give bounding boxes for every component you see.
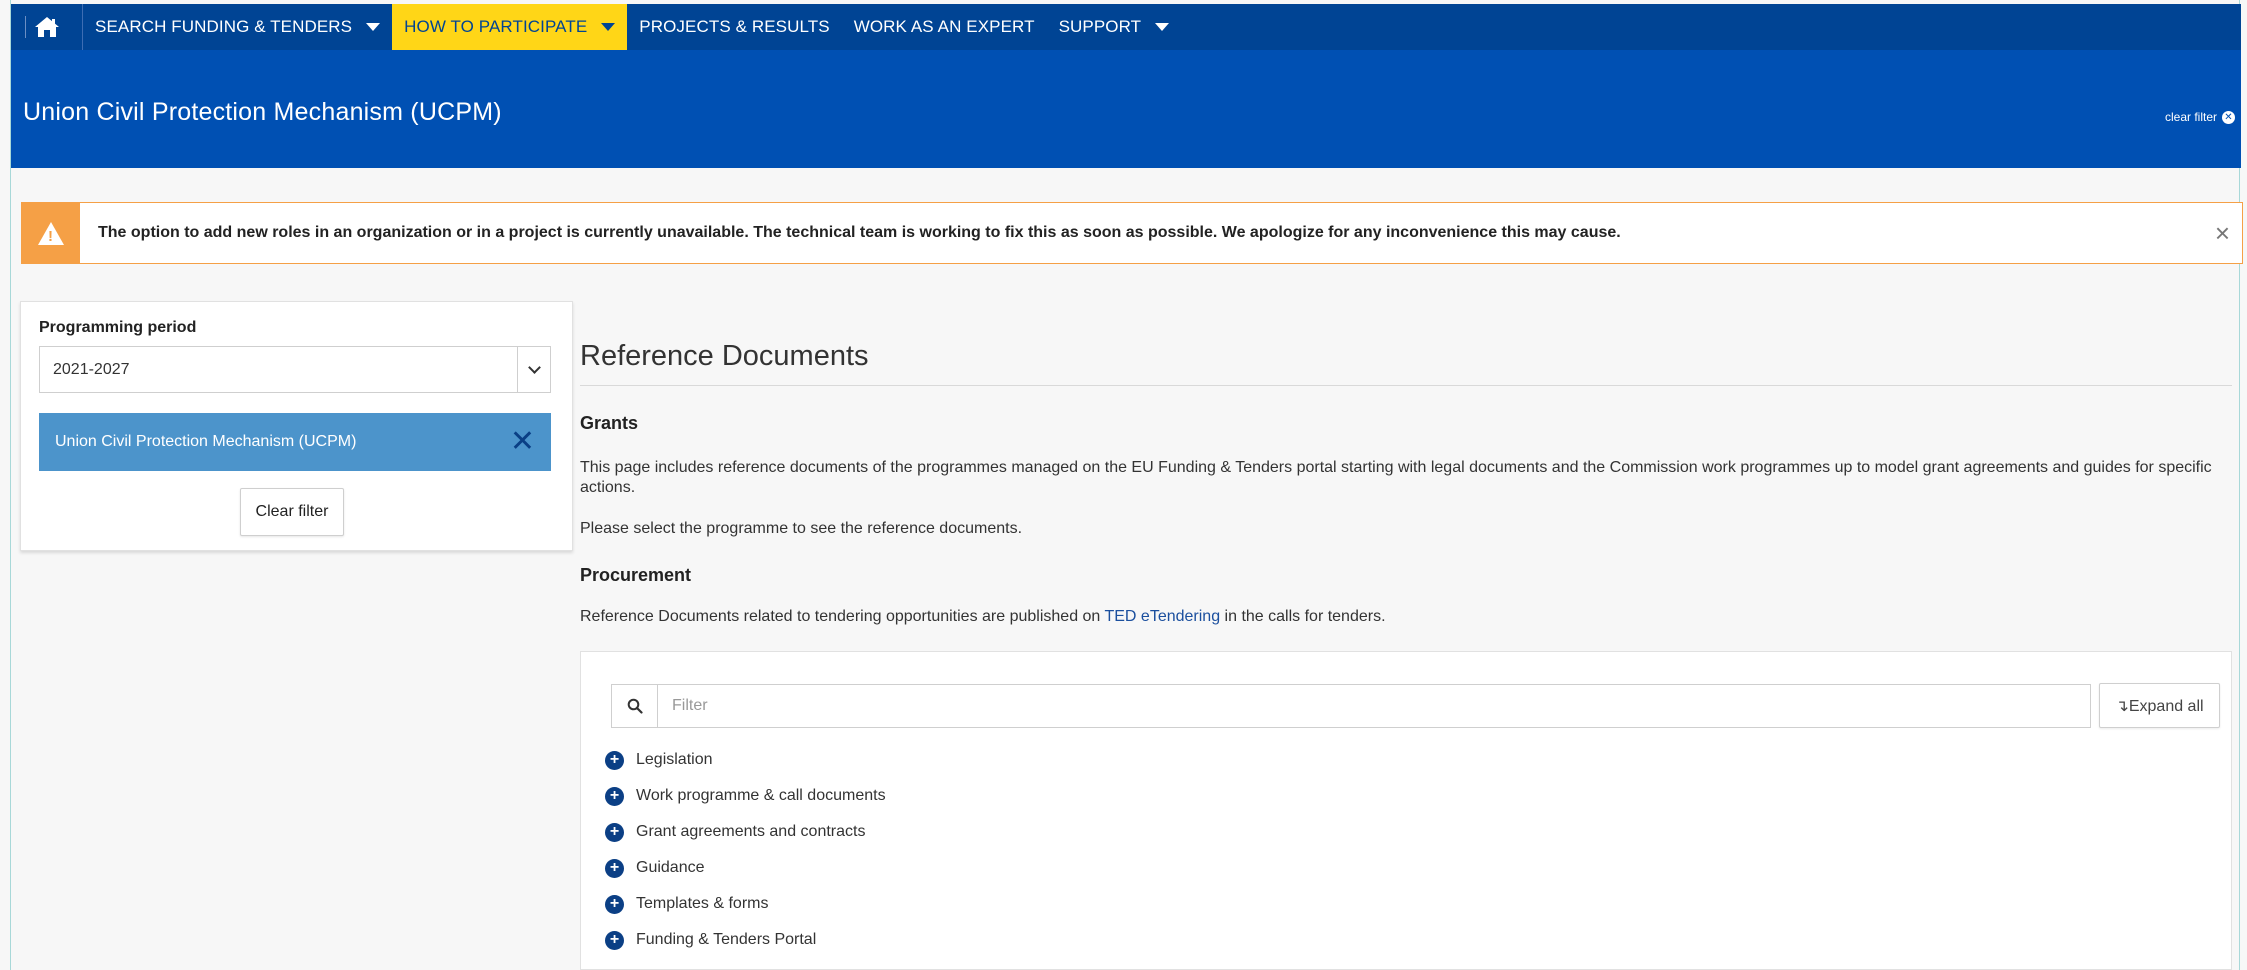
ted-etendering-link[interactable]: TED eTendering: [1104, 608, 1220, 625]
warning-alert: ! The option to add new roles in an orga…: [21, 202, 2243, 264]
top-nav: SEARCH FUNDING & TENDERS HOW TO PARTICIP…: [11, 4, 2241, 50]
close-circle-icon: ✕: [2222, 110, 2235, 124]
warning-icon-box: !: [22, 203, 80, 263]
search-icon: [612, 685, 658, 727]
nav-projects-results[interactable]: PROJECTS & RESULTS: [627, 4, 841, 50]
caret-down-icon: [601, 23, 616, 31]
warning-icon: !: [38, 221, 64, 245]
grants-description: This page includes reference documents o…: [580, 459, 2212, 496]
list-item[interactable]: + Guidance: [605, 850, 886, 886]
section-title: Reference Documents: [580, 340, 869, 372]
filter-input[interactable]: [658, 686, 2090, 726]
expand-all-button[interactable]: ↴Expand all: [2099, 683, 2220, 728]
title-divider: [580, 385, 2232, 386]
select-programme-text: Please select the programme to see the r…: [580, 520, 1023, 537]
nav-work-as-expert-label: WORK AS AN EXPERT: [853, 17, 1035, 36]
programming-period-select[interactable]: 2021-2027: [39, 346, 551, 393]
category-label: Grant agreements and contracts: [636, 823, 866, 840]
home-icon: [34, 17, 59, 37]
plus-circle-icon: +: [605, 858, 624, 878]
caret-down-icon: [366, 23, 381, 31]
plus-circle-icon: +: [605, 894, 624, 914]
clear-filter-button[interactable]: Clear filter: [240, 488, 344, 536]
list-item[interactable]: + Templates & forms: [605, 886, 886, 922]
list-item[interactable]: + Grant agreements and contracts: [605, 814, 886, 850]
filter-panel: Programming period 2021-2027 Union Civil…: [20, 301, 573, 551]
nav-how-to-participate[interactable]: HOW TO PARTICIPATE: [392, 4, 628, 50]
selected-programme-label: Union Civil Protection Mechanism (UCPM): [55, 433, 357, 450]
nav-search-funding[interactable]: SEARCH FUNDING & TENDERS: [83, 4, 392, 50]
list-item[interactable]: + Legislation: [605, 742, 886, 778]
list-item[interactable]: + Funding & Tenders Portal: [605, 922, 886, 958]
category-label: Legislation: [636, 751, 713, 768]
page-header: Union Civil Protection Mechanism (UCPM) …: [11, 50, 2241, 168]
document-category-list: + Legislation + Work programme & call docu…: [605, 742, 886, 958]
list-item[interactable]: + Work programme & call documents: [605, 778, 886, 814]
clear-filter-label: clear filter: [2164, 110, 2217, 124]
grants-heading: Grants: [580, 413, 639, 433]
procurement-description: Reference Documents related to tendering…: [580, 608, 1386, 626]
caret-down-icon: [1155, 23, 1170, 31]
category-label: Work programme & call documents: [636, 787, 886, 804]
clear-filter-link[interactable]: clear filter ✕: [2165, 110, 2235, 124]
filter-search: [611, 684, 2091, 728]
reference-documents-panel: ↴Expand all + Legislation + Work programme…: [580, 651, 2232, 970]
nav-projects-results-label: PROJECTS & RESULTS: [639, 17, 830, 36]
procurement-text-after: in the calls for tenders.: [1220, 608, 1386, 625]
plus-circle-icon: +: [605, 930, 624, 950]
category-label: Templates & forms: [636, 895, 769, 912]
procurement-heading: Procurement: [580, 565, 692, 585]
alert-message: The option to add new roles in an organi…: [98, 224, 1621, 241]
plus-circle-icon: +: [605, 786, 624, 806]
chevron-down-icon: [517, 347, 550, 392]
programming-period-label: Programming period: [39, 319, 197, 336]
nav-work-as-expert[interactable]: WORK AS AN EXPERT: [842, 4, 1047, 50]
page-title: Union Civil Protection Mechanism (UCPM): [23, 98, 502, 126]
category-label: Funding & Tenders Portal: [636, 931, 817, 948]
home-button[interactable]: [11, 4, 83, 50]
selected-programme-tag: Union Civil Protection Mechanism (UCPM) …: [39, 413, 551, 471]
nav-search-funding-label: SEARCH FUNDING & TENDERS: [95, 17, 353, 36]
plus-circle-icon: +: [605, 750, 624, 770]
close-icon[interactable]: ×: [2215, 218, 2230, 249]
category-label: Guidance: [636, 859, 705, 876]
programming-period-value: 2021-2027: [53, 360, 130, 378]
procurement-text-before: Reference Documents related to tendering…: [580, 608, 1105, 625]
nav-support-label: SUPPORT: [1058, 17, 1142, 36]
nav-how-to-participate-label: HOW TO PARTICIPATE: [404, 17, 588, 36]
remove-filter-icon[interactable]: ✕: [510, 427, 535, 457]
nav-support[interactable]: SUPPORT: [1047, 4, 1182, 50]
plus-circle-icon: +: [605, 822, 624, 842]
